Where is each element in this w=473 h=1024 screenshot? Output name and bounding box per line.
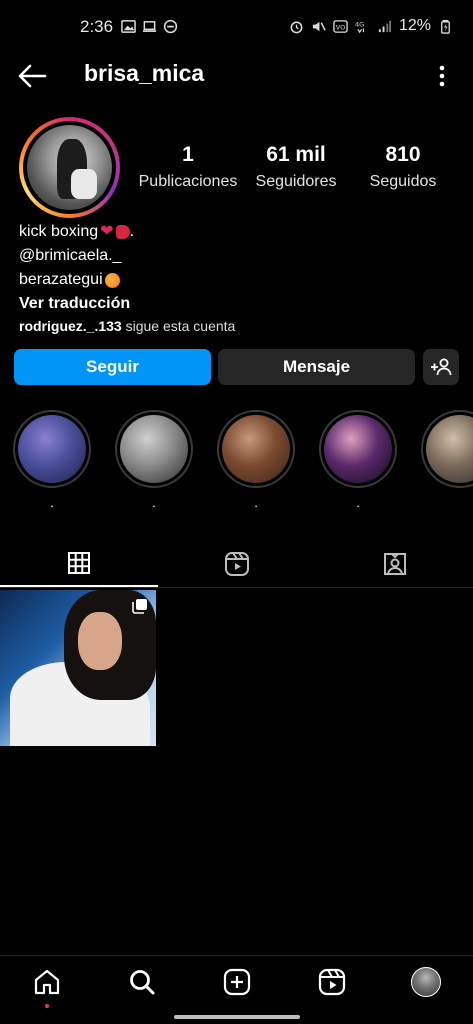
status-notification-icons <box>121 19 178 34</box>
profile-avatar-small <box>411 967 441 997</box>
highlight-item[interactable]: . <box>115 410 193 510</box>
nav-search[interactable] <box>126 966 158 998</box>
highlight-label: . <box>356 495 360 510</box>
story-highlights: . . . . <box>13 410 473 510</box>
reels-icon <box>318 968 346 996</box>
status-bar: 2:36 VO 4G 12% <box>0 0 473 52</box>
followed-by-user: rodriguez._.133 <box>19 318 122 334</box>
volte-icon: VO <box>333 19 348 33</box>
home-indicator <box>174 1015 300 1019</box>
post-thumbnail[interactable] <box>0 590 156 746</box>
grid-icon <box>68 551 90 574</box>
nav-reels[interactable] <box>316 966 348 998</box>
following-count: 810 <box>385 143 421 166</box>
bio-line: kick boxing ❤ . <box>19 220 235 244</box>
tagged-icon <box>384 553 406 575</box>
tab-tagged[interactable] <box>316 540 473 588</box>
stat-followers[interactable]: 61 mil Seguidores <box>248 143 344 191</box>
bio-text-1: kick boxing <box>19 223 99 240</box>
highlight-label: . <box>152 495 156 510</box>
highlight-item[interactable]: . <box>13 410 91 510</box>
bio-text-1-suffix: . <box>129 223 135 240</box>
laptop-icon <box>142 21 157 32</box>
stat-posts[interactable]: 1 Publicaciones <box>138 143 238 191</box>
followers-label: Seguidores <box>255 173 337 190</box>
add-person-icon <box>431 358 452 376</box>
highlight-cover <box>18 415 86 483</box>
bio-mention-link[interactable]: @brimicaela._ <box>19 244 122 268</box>
followed-by-text: sigue esta cuenta <box>121 318 236 334</box>
plus-square-icon <box>223 968 251 996</box>
bio-line: @brimicaela._ <box>19 244 235 268</box>
heart-icon: ❤ <box>100 223 114 240</box>
signal-4g-icon: 4G <box>355 20 364 33</box>
highlight-label <box>421 496 473 510</box>
highlight-label: . <box>50 495 54 510</box>
nav-home[interactable] <box>31 966 63 1008</box>
home-icon <box>34 969 60 995</box>
signal-bars-icon <box>378 20 392 32</box>
highlight-label: . <box>254 495 258 510</box>
bio-line: berazategui <box>19 268 235 292</box>
svg-text:VO: VO <box>336 23 346 31</box>
tab-posts-grid[interactable] <box>0 540 158 587</box>
see-translation-label: Ver traducción <box>19 295 131 312</box>
follow-button[interactable]: Seguir <box>14 349 211 385</box>
tangerine-icon <box>104 272 120 288</box>
message-button[interactable]: Mensaje <box>218 349 415 385</box>
notification-dot <box>45 1004 49 1008</box>
highlight-item[interactable]: . <box>319 410 397 510</box>
alarm-icon <box>290 21 303 33</box>
status-time: 2:36 <box>80 17 114 36</box>
boxing-glove-icon <box>115 225 130 239</box>
nav-create[interactable] <box>221 966 253 998</box>
see-translation-link[interactable]: Ver traducción <box>19 292 235 316</box>
profile-tabs <box>0 540 473 588</box>
following-label: Seguidos <box>369 173 437 190</box>
gallery-icon <box>121 20 136 33</box>
suggested-accounts-button[interactable] <box>423 349 459 385</box>
more-options-icon[interactable] <box>439 65 445 87</box>
bio-location: berazategui <box>19 271 103 288</box>
battery-icon <box>441 19 450 34</box>
highlight-item[interactable]: . <box>217 410 295 510</box>
followers-count: 61 mil <box>266 143 326 166</box>
status-system-icons: VO 4G 12% <box>289 17 453 35</box>
tab-reels[interactable] <box>158 540 316 588</box>
bottom-navigation <box>0 955 473 1010</box>
posts-count: 1 <box>182 143 194 166</box>
battery-percent: 12% <box>398 17 431 34</box>
profile-avatar[interactable] <box>19 117 120 218</box>
highlight-cover <box>426 415 473 483</box>
followed-by-note[interactable]: rodriguez._.133 sigue esta cuenta <box>19 318 235 334</box>
highlight-cover <box>120 415 188 483</box>
svg-text:4G: 4G <box>355 20 364 28</box>
message-button-label: Mensaje <box>282 357 351 376</box>
nav-profile[interactable] <box>410 966 442 998</box>
mute-icon <box>312 21 326 31</box>
back-arrow-icon[interactable] <box>16 62 48 90</box>
highlight-cover <box>222 415 290 483</box>
profile-bio: kick boxing ❤ . @brimicaela._ berazategu… <box>19 220 235 334</box>
follow-button-label: Seguir <box>86 357 139 376</box>
reels-icon <box>225 552 249 576</box>
multiple-photos-icon <box>132 599 147 614</box>
dnd-icon <box>163 19 178 34</box>
stat-following[interactable]: 810 Seguidos <box>358 143 448 191</box>
profile-username: brisa_mica <box>84 60 205 86</box>
avatar-photo <box>27 125 112 210</box>
search-icon <box>130 970 155 995</box>
profile-header: brisa_mica <box>0 56 473 96</box>
highlight-cover <box>324 415 392 483</box>
posts-label: Publicaciones <box>138 173 238 190</box>
highlight-item[interactable] <box>421 410 473 510</box>
